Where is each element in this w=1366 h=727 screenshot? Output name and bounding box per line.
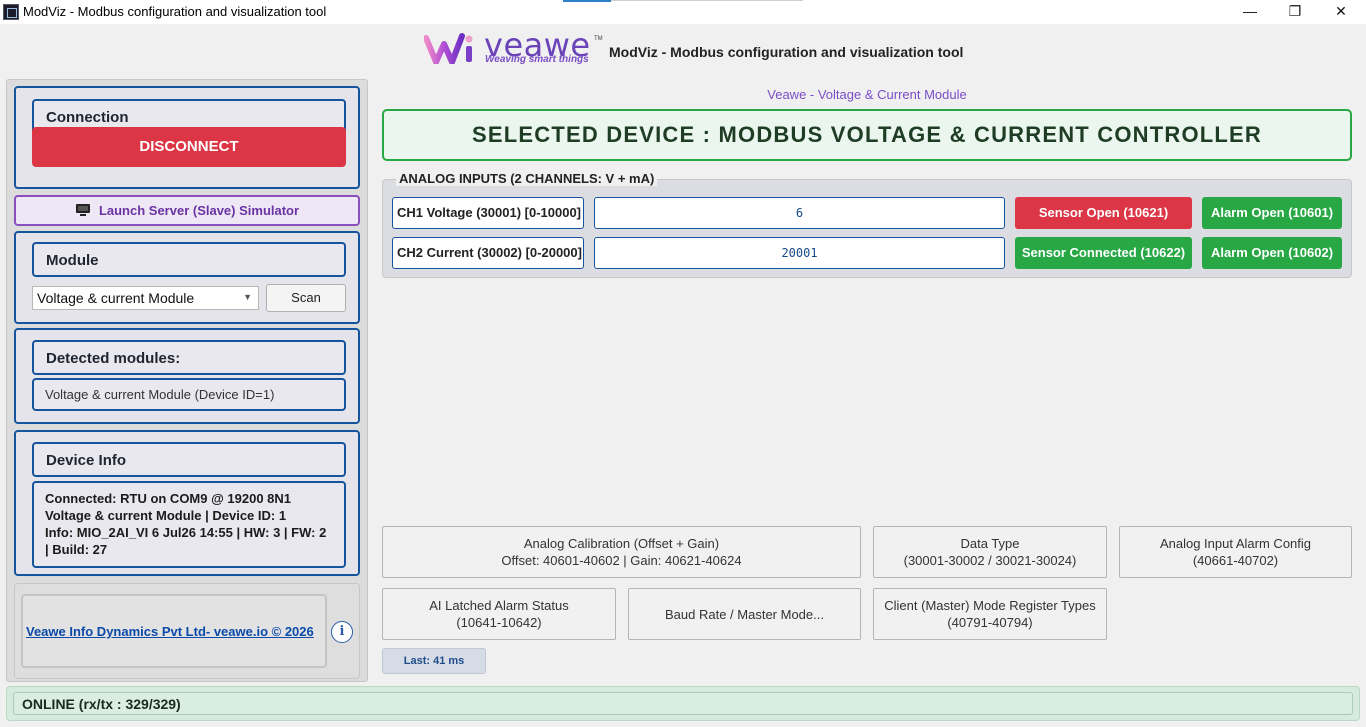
title-accent-line (611, 0, 803, 1)
latched-alarm-title: AI Latched Alarm Status (429, 598, 569, 613)
device-info-text: Connected: RTU on COM9 @ 19200 8N1 Volta… (32, 481, 346, 568)
status-bar: ONLINE (rx/tx : 329/329) (6, 686, 1360, 721)
app-header-title: ModViz - Modbus configuration and visual… (609, 44, 964, 60)
alarm-config-button[interactable]: Analog Input Alarm Config (40661-40702) (1119, 526, 1352, 578)
last-response-badge: Last: 41 ms (382, 648, 486, 674)
info-icon[interactable]: i (331, 621, 353, 643)
status-text: ONLINE (rx/tx : 329/329) (13, 692, 1353, 715)
launch-simulator-button[interactable]: Launch Server (Slave) Simulator (14, 195, 360, 226)
ch2-sensor-status: Sensor Connected (10622) (1015, 237, 1192, 269)
device-info-title: Device Info (32, 442, 346, 477)
device-info-group: Device Info Connected: RTU on COM9 @ 192… (14, 430, 360, 576)
close-button[interactable]: ✕ (1318, 0, 1364, 24)
app-icon (3, 4, 19, 20)
window-title: ModViz - Modbus configuration and visual… (23, 4, 327, 19)
ch1-sensor-status: Sensor Open (10621) (1015, 197, 1192, 229)
launch-simulator-label: Launch Server (Slave) Simulator (98, 203, 300, 218)
data-type-button[interactable]: Data Type (30001-30002 / 30021-30024) (873, 526, 1107, 578)
logo-tagline: Weaving smart things (485, 54, 589, 65)
ch1-label: CH1 Voltage (30001) [0-10000] (392, 197, 584, 229)
ch2-alarm-status: Alarm Open (10602) (1202, 237, 1342, 269)
connection-group: Connection DISCONNECT (14, 86, 360, 189)
latched-alarm-button[interactable]: AI Latched Alarm Status (10641-10642) (382, 588, 616, 640)
analog-calibration-title: Analog Calibration (Offset + Gain) (523, 536, 720, 551)
scan-button[interactable]: Scan (266, 284, 346, 312)
ch2-label: CH2 Current (30002) [0-20000] (392, 237, 584, 269)
ch2-value-field[interactable]: 20001 (594, 237, 1005, 269)
data-type-registers: (30001-30002 / 30021-30024) (903, 553, 1077, 568)
chevron-down-icon: ▼ (243, 292, 252, 302)
module-caption: Veawe - Voltage & Current Module (767, 87, 967, 102)
ch1-value-field[interactable]: 6 (594, 197, 1005, 229)
client-master-registers: (40791-40794) (947, 615, 1033, 630)
analog-calibration-button[interactable]: Analog Calibration (Offset + Gain) Offse… (382, 526, 861, 578)
client-master-button[interactable]: Client (Master) Mode Register Types (407… (873, 588, 1107, 640)
ch1-alarm-status: Alarm Open (10601) (1202, 197, 1342, 229)
minimize-button[interactable]: — (1227, 0, 1273, 24)
title-accent (563, 0, 611, 2)
baud-rate-title: Baud Rate / Master Mode... (665, 606, 824, 622)
module-group: Module Voltage & current Module ▼ Scan (14, 231, 360, 324)
alarm-config-title: Analog Input Alarm Config (1159, 536, 1312, 551)
detected-modules-title: Detected modules: (32, 340, 346, 375)
monitor-icon (75, 199, 91, 226)
detected-module-item[interactable]: Voltage & current Module (Device ID=1) (32, 378, 346, 411)
veawe-logo-icon (424, 33, 473, 64)
company-link[interactable]: Veawe Info Dynamics Pvt Ltd- veawe.io © … (26, 624, 314, 639)
module-dropdown[interactable]: Voltage & current Module ▼ (32, 286, 259, 310)
alarm-config-registers: (40661-40702) (1192, 553, 1279, 568)
logo-trademark: TM (594, 36, 603, 42)
client-master-title: Client (Master) Mode Register Types (884, 598, 1096, 613)
module-dropdown-value: Voltage & current Module (37, 290, 195, 306)
analog-inputs-title: ANALOG INPUTS (2 CHANNELS: V + mA) (396, 171, 658, 186)
data-type-title: Data Type (960, 536, 1020, 551)
selected-device-banner: SELECTED DEVICE : MODBUS VOLTAGE & CURRE… (382, 109, 1352, 161)
maximize-button[interactable]: ❐ (1272, 0, 1318, 24)
latched-alarm-registers: (10641-10642) (456, 615, 542, 630)
baud-rate-button[interactable]: Baud Rate / Master Mode... (628, 588, 861, 640)
analog-calibration-registers: Offset: 40601-40602 | Gain: 40621-40624 (501, 553, 742, 568)
detected-modules-group: Detected modules: Voltage & current Modu… (14, 328, 360, 424)
disconnect-button[interactable]: DISCONNECT (32, 127, 346, 167)
module-title: Module (32, 242, 346, 277)
